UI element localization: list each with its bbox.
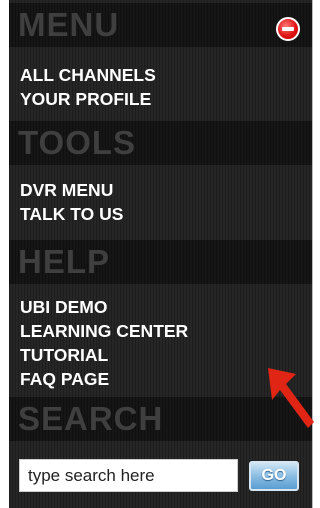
search-input[interactable] <box>19 459 238 492</box>
search-section-title: SEARCH <box>18 400 164 437</box>
menu-section-header: MENU <box>9 3 312 47</box>
help-section-header: HELP <box>9 240 312 284</box>
menu-item-your-profile[interactable]: YOUR PROFILE <box>20 88 151 110</box>
close-menu-button[interactable] <box>276 17 300 41</box>
tools-section-header: TOOLS <box>9 121 312 165</box>
red-arrow-icon <box>268 368 314 428</box>
menu-item-all-channels[interactable]: ALL CHANNELS <box>20 64 156 86</box>
menu-item-talk-to-us[interactable]: TALK TO US <box>20 203 123 225</box>
minus-circle-icon <box>282 27 294 31</box>
menu-item-tutorial[interactable]: TUTORIAL <box>20 344 108 366</box>
go-button[interactable]: GO <box>249 461 299 491</box>
menu-item-learning-center[interactable]: LEARNING CENTER <box>20 320 188 342</box>
menu-section-title: MENU <box>18 6 120 43</box>
tools-section-title: TOOLS <box>18 124 137 161</box>
help-section-title: HELP <box>18 243 111 280</box>
menu-item-ubi-demo[interactable]: UBI DEMO <box>20 296 108 318</box>
menu-item-faq-page[interactable]: FAQ PAGE <box>20 368 109 390</box>
menu-item-dvr-menu[interactable]: DVR MENU <box>20 179 113 201</box>
